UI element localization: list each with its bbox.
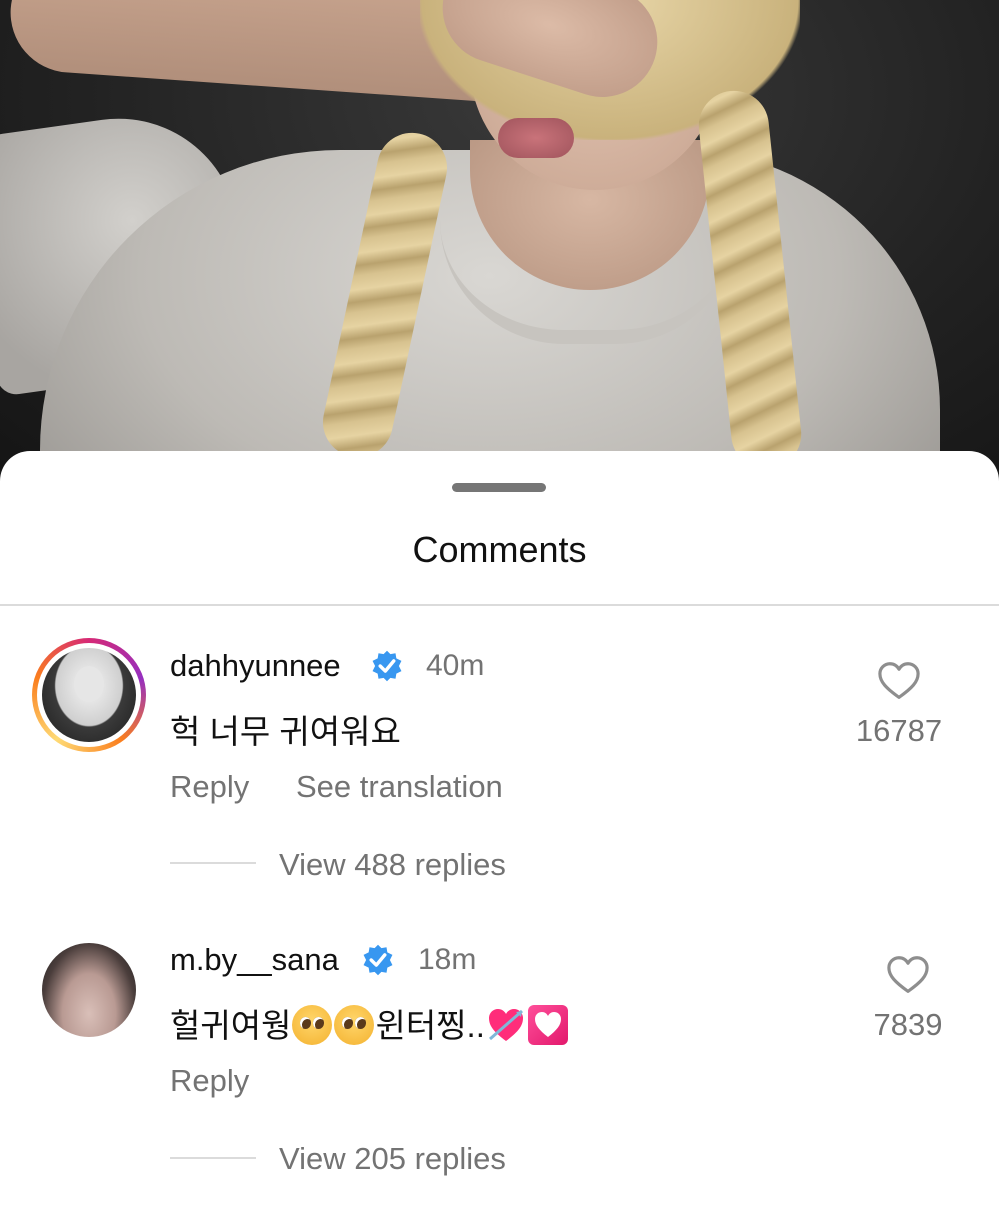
comment-text-prefix: 헐귀여웡 (170, 1007, 292, 1044)
sheet-drag-handle[interactable] (452, 483, 546, 492)
like-count: 7839 (873, 1007, 943, 1042)
story-ring (32, 638, 146, 752)
media-lips (498, 118, 574, 158)
reply-button[interactable]: Reply (170, 769, 249, 805)
sheet-title: Comments (412, 529, 587, 570)
replies-divider (170, 862, 256, 864)
comment-text: 헐귀여웡 윈터찡.. (170, 999, 569, 1047)
reply-button[interactable]: Reply (170, 1063, 249, 1099)
heart-decoration-icon (527, 1005, 568, 1045)
view-replies-button[interactable]: View 205 replies (279, 1141, 506, 1177)
heart-with-arrow-icon (488, 1009, 523, 1041)
heart-icon[interactable] (886, 955, 930, 995)
comment-time: 18m (418, 943, 477, 976)
verified-badge-icon (363, 944, 393, 976)
verified-badge-icon (372, 650, 402, 682)
comment-text: 헉 너무 귀여워요 (170, 713, 401, 750)
comments-sheet: Comments dahhyunnee 40m 헉 너무 귀여워요 Reply … (0, 451, 999, 1211)
view-replies-button[interactable]: View 488 replies (279, 847, 506, 883)
comment-username[interactable]: m.by__sana (170, 942, 339, 978)
like-count: 16787 (855, 713, 943, 748)
pleading-face-icon (292, 1005, 333, 1045)
heart-icon[interactable] (877, 661, 921, 701)
replies-divider (170, 1157, 256, 1159)
avatar-image (42, 648, 136, 742)
comment-username[interactable]: dahhyunnee (170, 648, 341, 684)
avatar-image (42, 943, 136, 1037)
avatar[interactable] (32, 638, 146, 752)
comment-time: 40m (426, 649, 485, 682)
header-divider (0, 604, 999, 606)
avatar[interactable] (42, 943, 136, 1037)
comment-text-middle: 윈터찡.. (375, 1007, 485, 1044)
see-translation-button[interactable]: See translation (296, 769, 503, 805)
post-media[interactable] (0, 0, 999, 470)
pleading-face-icon (334, 1005, 375, 1045)
